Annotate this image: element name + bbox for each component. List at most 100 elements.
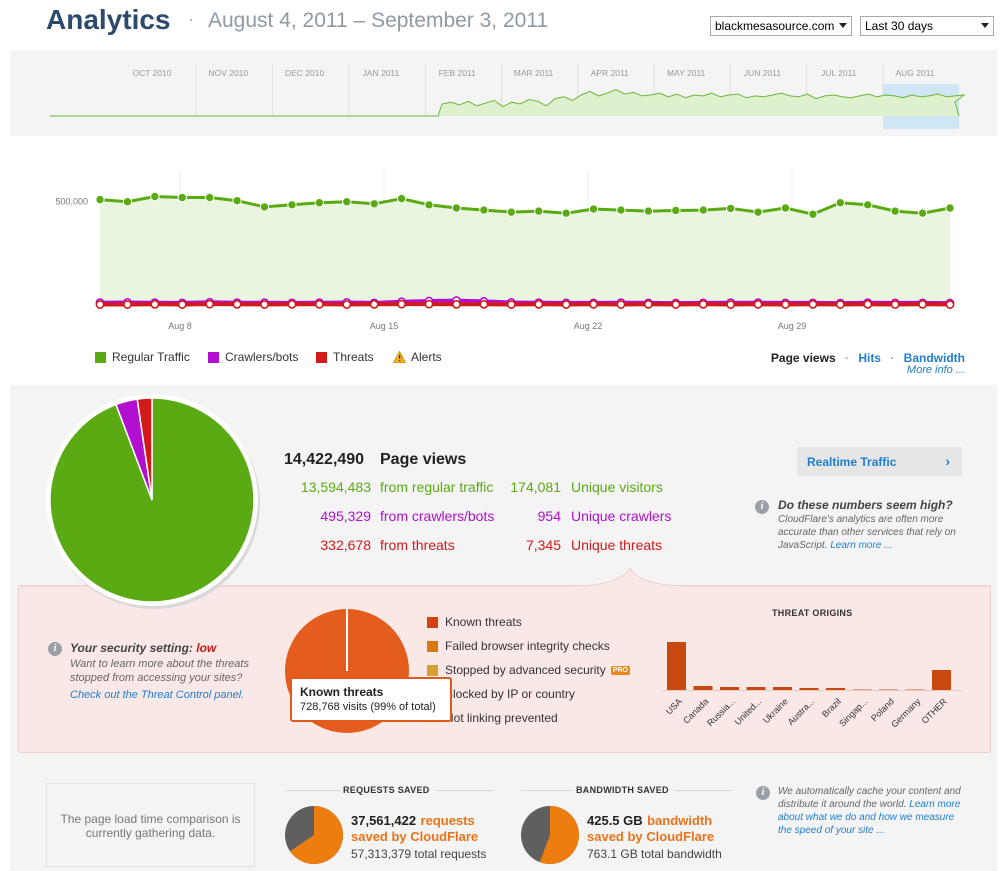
month-label: JAN 2011 [363, 68, 400, 78]
threat-legend-label: Stopped by advanced security [445, 663, 606, 677]
date-range: August 4, 2011 – September 3, 2011 [208, 9, 549, 32]
load-time-box: The page load time comparison is current… [46, 783, 255, 867]
data-point [369, 299, 379, 309]
more-info-link[interactable]: More info ... [907, 364, 965, 376]
threat-legend-label: Known threats [445, 615, 522, 629]
threat-legend-label: Blocked by IP or country [445, 687, 575, 701]
legend-crawlers[interactable]: Crawlers/bots [208, 350, 298, 364]
period-select-value: Last 30 days [865, 19, 934, 33]
data-point [314, 299, 324, 309]
category-label: Singap... [837, 696, 869, 728]
legend-label: Threats [333, 350, 374, 364]
month-label: AUG 2011 [895, 68, 934, 78]
x-tick-label: Aug 29 [778, 321, 807, 331]
threats-num: 332,678 [320, 537, 371, 553]
realtime-traffic-button[interactable]: Realtime Traffic › [797, 447, 962, 476]
data-point [204, 192, 215, 203]
requests-saved-line: 37,561,422 requests [351, 812, 475, 830]
data-point [917, 208, 928, 218]
category-label: Brazil [820, 696, 843, 719]
data-point [863, 200, 873, 210]
legend-threats[interactable]: Threats [316, 350, 374, 364]
data-point [561, 300, 571, 309]
bar [905, 689, 925, 690]
threat-legend-label: Failed browser integrity checks [445, 639, 610, 653]
data-point [616, 205, 626, 215]
month-label: OCT 2010 [132, 68, 171, 78]
legend-label: Regular Traffic [112, 350, 190, 364]
data-point [150, 191, 160, 202]
data-point [945, 300, 955, 309]
data-point [451, 203, 462, 213]
data-point [287, 299, 297, 309]
page-views-link[interactable]: Page views [771, 351, 836, 365]
data-point [122, 197, 133, 207]
legend-label: Crawlers/bots [225, 350, 299, 364]
month-label: FEB 2011 [439, 68, 476, 78]
data-point [808, 209, 818, 219]
data-point [424, 200, 434, 210]
y-tick-label: 500,000 [55, 197, 88, 207]
bandwidth-saved-line: 425.5 GB bandwidth [587, 812, 712, 830]
data-point [945, 203, 955, 213]
data-point [259, 202, 270, 212]
traffic-chart: 500,000 Aug 8 Aug 15 Aug 22 Aug 29 [55, 170, 955, 331]
hits-link[interactable]: Hits [858, 351, 881, 365]
bar [746, 687, 766, 690]
threat-tooltip: Known threats 728,768 visits (99% of tot… [290, 677, 452, 722]
site-select[interactable]: blackmesasource.com [710, 16, 852, 36]
legend-swatch [316, 351, 327, 363]
threats-label: from threats [380, 537, 455, 553]
legend-alerts[interactable]: Alerts [393, 350, 442, 364]
category-label: USA [664, 696, 684, 716]
page-title: Analytics [46, 4, 171, 35]
site-select-value: blackmesasource.com [715, 19, 835, 33]
legend-regular[interactable]: Regular Traffic [95, 350, 190, 364]
overview-timeline[interactable]: OCT 2010 NOV 2010 DEC 2010 JAN 2011 FEB 2011… [10, 50, 997, 136]
data-point [753, 299, 763, 309]
bandwidth-saved-heading: BANDWIDTH SAVED [576, 785, 669, 795]
numbers-note-title: Do these numbers seem high? [778, 498, 953, 512]
data-point [534, 206, 544, 216]
bar [799, 688, 819, 690]
threat-legend-item: Known threats [427, 615, 522, 629]
data-point [287, 200, 297, 210]
divider [286, 790, 340, 791]
page-views-total: 14,422,490 [284, 451, 365, 468]
regular-traffic-num: 13,594,483 [300, 479, 371, 495]
month-label: JUN 2011 [744, 68, 781, 78]
info-icon: i [48, 642, 62, 656]
period-select[interactable]: Last 30 days [860, 16, 994, 36]
overview-chart[interactable]: OCT 2010 NOV 2010 DEC 2010 JAN 2011 FEB 2011… [10, 50, 997, 136]
threat-legend-swatch [427, 616, 438, 628]
threat-origins-title: THREAT ORIGINS [772, 608, 853, 618]
bandwidth-word: bandwidth [647, 813, 713, 828]
unique-visitors-num: 174,081 [510, 479, 561, 495]
traffic-pie [46, 394, 260, 609]
data-point [314, 198, 325, 208]
divider [674, 790, 732, 791]
threat-legend-item: Stopped by advanced security PRO [427, 663, 630, 677]
bar [667, 642, 686, 690]
data-point [616, 300, 626, 309]
bar [852, 689, 872, 690]
threat-control-link[interactable]: Check out the Threat Control panel. [70, 689, 244, 701]
data-point [260, 300, 269, 309]
threat-legend-label: Hot linking prevented [445, 711, 558, 725]
learn-more-link[interactable]: Learn more ... [830, 540, 892, 551]
bandwidth-link[interactable]: Bandwidth [904, 351, 965, 365]
data-point [835, 300, 845, 309]
requests-total: 57,313,379 total requests [351, 847, 487, 861]
tooltip-text: 728,768 visits (99% of total) [300, 701, 436, 713]
data-point [95, 194, 105, 205]
data-point [808, 299, 818, 309]
data-point [177, 192, 187, 203]
unique-threats-num: 7,345 [525, 537, 561, 553]
data-point [698, 299, 708, 309]
bar [693, 686, 713, 690]
data-point [753, 207, 763, 217]
data-point [479, 299, 489, 309]
requests-saved-label: saved by CloudFlare [351, 829, 479, 844]
chevron-right-icon: › [945, 453, 950, 469]
legend-swatch [95, 351, 106, 363]
